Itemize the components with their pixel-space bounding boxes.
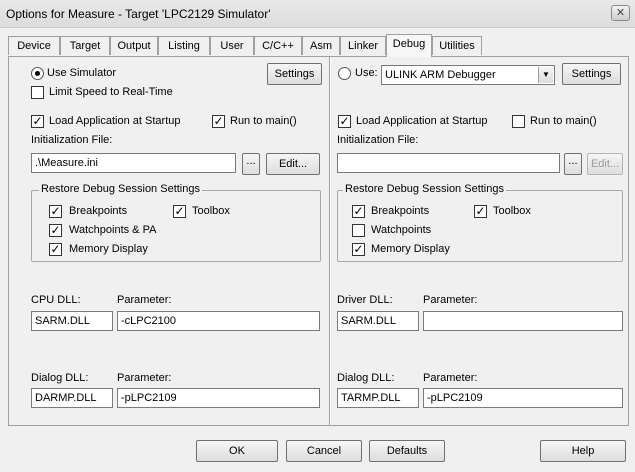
debugger-settings-button[interactable]: Settings [562,63,621,85]
run-to-main-label: Run to main() [230,115,297,127]
window-title: Options for Measure - Target 'LPC2129 Si… [6,7,271,21]
toolbox-label-right: Toolbox [493,205,531,217]
close-button[interactable]: ✕ [611,5,630,21]
browse-init-button[interactable]: ... [242,153,260,175]
dialog-param-field-right[interactable]: -pLPC2109 [423,388,623,408]
dialog-param-field[interactable]: -pLPC2109 [117,388,320,408]
ok-button[interactable]: OK [196,440,278,462]
tab-output[interactable]: Output [110,36,158,55]
tab-label: C/C++ [262,40,294,52]
tab-label: Linker [348,40,378,52]
pane-divider [329,57,331,425]
tab-target[interactable]: Target [60,36,110,55]
dialog-dll-field-right[interactable]: TARMP.DLL [337,388,419,408]
tab-utilities[interactable]: Utilities [432,36,482,55]
limit-speed-checkbox[interactable] [31,86,44,99]
load-app-label: Load Application at Startup [49,115,181,127]
load-app-label-right: Load Application at Startup [356,115,488,127]
breakpoints-label: Breakpoints [69,205,128,217]
tab-label: Target [69,40,101,52]
use-debugger-radio[interactable] [338,67,351,80]
dialog-button-bar: OK Cancel Defaults Help [0,426,635,472]
breakpoints-checkbox[interactable]: ✓ [49,205,62,218]
tab-label: Device [17,40,51,52]
driver-param-field[interactable] [423,311,623,331]
tab-listing[interactable]: Listing [158,36,210,55]
tab-asm[interactable]: Asm [302,36,340,55]
tab-linker[interactable]: Linker [340,36,386,55]
toolbox-label: Toolbox [192,205,230,217]
toolbox-checkbox-right[interactable]: ✓ [474,205,487,218]
watchpoints-label-right: Watchpoints [371,224,432,236]
tab-label: Debug [392,38,426,50]
tab-cpp[interactable]: C/C++ [254,36,302,55]
run-to-main-checkbox[interactable]: ✓ [212,115,225,128]
defaults-button[interactable]: Defaults [369,440,445,462]
limit-speed-label: Limit Speed to Real-Time [49,86,173,98]
init-file-field-right[interactable] [337,153,560,173]
driver-dll-label: Driver DLL: [337,294,393,306]
init-file-field[interactable]: .\Measure.ini [31,153,236,173]
memory-display-checkbox[interactable]: ✓ [49,243,62,256]
driver-param-label: Parameter: [423,294,478,306]
edit-init-button[interactable]: Edit... [266,153,320,175]
tab-label: Asm [310,40,332,52]
browse-init-button-right[interactable]: ... [564,153,582,175]
dialog-param-label-right: Parameter: [423,372,478,384]
watchpoints-checkbox-right[interactable] [352,224,365,237]
use-debugger-label: Use: [355,67,378,79]
restore-session-title: Restore Debug Session Settings [39,183,202,195]
init-file-label: Initialization File: [31,134,113,146]
options-dialog: Options for Measure - Target 'LPC2129 Si… [0,0,635,472]
debugger-select-value: ULINK ARM Debugger [385,69,496,81]
run-to-main-checkbox-right[interactable] [512,115,525,128]
run-to-main-label-right: Run to main() [530,115,597,127]
restore-session-title-right: Restore Debug Session Settings [343,183,506,195]
use-simulator-label: Use Simulator [47,67,117,79]
tab-debug[interactable]: Debug [386,34,432,57]
edit-init-button-right[interactable]: Edit... [587,153,623,175]
driver-dll-field[interactable]: SARM.DLL [337,311,419,331]
help-button[interactable]: Help [540,440,626,462]
tab-label: User [220,40,244,52]
load-app-checkbox[interactable]: ✓ [31,115,44,128]
load-app-checkbox-right[interactable]: ✓ [338,115,351,128]
tab-label: Listing [168,40,200,52]
memory-display-checkbox-right[interactable]: ✓ [352,243,365,256]
tab-label: Output [117,40,151,52]
memory-display-label-right: Memory Display [371,243,450,255]
watchpoints-checkbox[interactable]: ✓ [49,224,62,237]
dialog-dll-label: Dialog DLL: [31,372,89,384]
debug-page: Use Simulator Settings Limit Speed to Re… [8,56,629,426]
dialog-dll-field[interactable]: DARMP.DLL [31,388,113,408]
cpu-dll-label: CPU DLL: [31,294,81,306]
dialog-param-label: Parameter: [117,372,172,384]
simulator-settings-button[interactable]: Settings [267,63,322,85]
watchpoints-label: Watchpoints & PA [69,224,157,236]
dialog-dll-label-right: Dialog DLL: [337,372,395,384]
cancel-button[interactable]: Cancel [286,440,362,462]
memory-display-label: Memory Display [69,243,148,255]
tab-strip: Device Target Output Listing User C/C++ … [0,34,635,57]
init-file-label-right: Initialization File: [337,134,419,146]
debugger-select[interactable]: ULINK ARM Debugger ▼ [381,65,555,85]
title-bar: Options for Measure - Target 'LPC2129 Si… [0,0,635,28]
chevron-down-icon[interactable]: ▼ [538,67,553,83]
tab-label: Utilities [439,40,475,52]
cpu-param-field[interactable]: -cLPC2100 [117,311,320,331]
toolbox-checkbox[interactable]: ✓ [173,205,186,218]
use-simulator-radio[interactable] [31,67,44,80]
breakpoints-checkbox-right[interactable]: ✓ [352,205,365,218]
close-icon: ✕ [615,7,626,19]
tab-device[interactable]: Device [8,36,60,55]
cpu-dll-field[interactable]: SARM.DLL [31,311,113,331]
cpu-param-label: Parameter: [117,294,172,306]
tab-user[interactable]: User [210,36,254,55]
breakpoints-label-right: Breakpoints [371,205,430,217]
